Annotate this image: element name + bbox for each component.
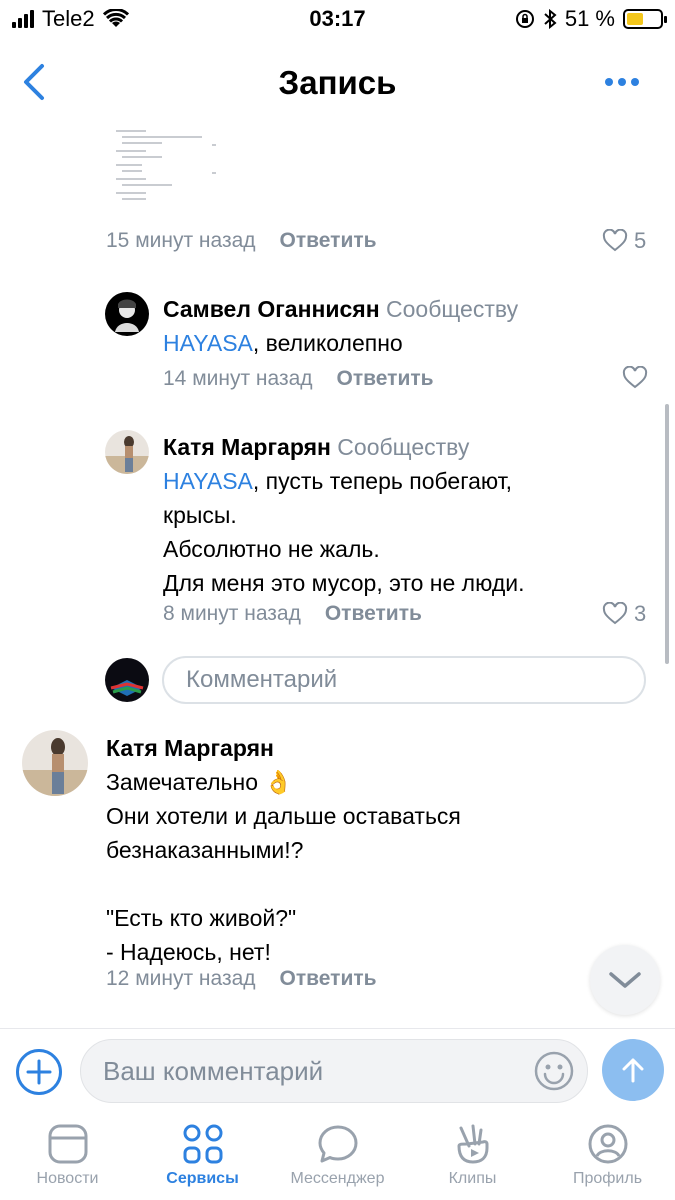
comment-text-line: Замечательно 👌 — [106, 769, 294, 795]
comment-author[interactable]: Самвел Оганнисян — [163, 296, 380, 322]
more-button[interactable] — [605, 78, 639, 86]
comment-text-line: HAYASA, великолепно — [163, 326, 643, 360]
tab-label: Клипы — [448, 1170, 497, 1187]
bluetooth-icon — [544, 9, 557, 29]
comment-meta: 8 минут назад Ответить — [163, 602, 422, 626]
battery-fill — [627, 13, 644, 25]
chevron-down-icon — [609, 972, 641, 988]
news-icon — [48, 1124, 87, 1164]
comment-text-line: Они хотели и дальше оставаться — [106, 803, 461, 829]
tab-label: Профиль — [572, 1170, 643, 1187]
like-button[interactable]: 5 — [602, 228, 646, 254]
page-title: Запись — [278, 64, 397, 101]
avatar[interactable] — [105, 430, 149, 474]
comment-time: 15 минут назад — [106, 229, 256, 252]
plus-icon — [26, 1059, 52, 1085]
comment-body: Катя Маргарян Сообществу HAYASA, пусть т… — [163, 430, 653, 600]
mention-link[interactable]: HAYASA — [163, 330, 253, 356]
comment-text-line: Катя Маргарян Сообществу — [163, 430, 653, 464]
heart-icon — [602, 602, 628, 625]
reply-button[interactable]: Ответить — [325, 602, 422, 626]
mention-link[interactable]: HAYASA — [163, 468, 253, 494]
services-icon — [183, 1124, 222, 1164]
scrollbar[interactable] — [665, 404, 669, 664]
arrow-up-icon — [622, 1058, 644, 1083]
tab-profile[interactable]: Профиль — [540, 1114, 675, 1200]
comment-addressee: Сообществу — [337, 434, 470, 460]
comment-text-line: Абсолютно не жаль. — [163, 536, 380, 562]
tab-label: Сервисы — [166, 1170, 239, 1187]
comment-author[interactable]: Катя Маргарян — [106, 731, 626, 765]
comment-meta: 15 минут назад Ответить — [106, 229, 377, 253]
tab-news[interactable]: Новости — [0, 1114, 135, 1200]
comment-text-line: Самвел Оганнисян Сообществу — [163, 292, 643, 326]
attached-image[interactable] — [108, 126, 224, 204]
tab-messenger[interactable]: Мессенджер — [270, 1114, 405, 1200]
more-dot — [618, 78, 626, 86]
comment-body: Катя Маргарян Замечательно 👌 Они хотели … — [106, 731, 626, 969]
comment-text-line: крысы. — [163, 502, 237, 528]
comment-addressee: Сообществу — [386, 296, 519, 322]
reply-comment-input[interactable]: Комментарий — [162, 656, 646, 704]
avatar[interactable] — [22, 730, 88, 796]
comment-text-line: Для меня это мусор, это не люди. — [163, 570, 525, 596]
clips-icon — [457, 1124, 488, 1164]
comment-time: 14 минут назад — [163, 367, 313, 390]
nav-bar: Запись — [0, 44, 675, 120]
comment-text: , пусть теперь побегают, — [252, 468, 513, 494]
comment-text: , великолепно — [252, 330, 403, 356]
heart-icon — [602, 229, 628, 252]
status-bar: Tele2 03:17 51 % — [0, 0, 675, 40]
tab-clips[interactable]: Клипы — [405, 1114, 540, 1200]
more-dot — [631, 78, 639, 86]
reply-button[interactable]: Ответить — [280, 967, 377, 991]
messenger-icon — [318, 1125, 357, 1163]
scroll-down-button[interactable] — [590, 945, 660, 1015]
profile-icon — [588, 1124, 627, 1164]
comment-composer: Ваш комментарий — [0, 1028, 675, 1114]
comment-text-line: "Есть кто живой?" — [106, 905, 297, 931]
comment-input[interactable]: Ваш комментарий — [80, 1039, 588, 1103]
avatar-image — [105, 436, 149, 474]
avatar-image — [22, 738, 88, 796]
more-dot — [605, 78, 613, 86]
reply-button[interactable]: Ответить — [280, 229, 377, 253]
like-button[interactable] — [622, 366, 648, 390]
comment-text-line: HAYASA, пусть теперь побегают, — [163, 464, 653, 498]
tab-label: Новости — [36, 1170, 99, 1187]
battery-percent: 51 % — [564, 6, 615, 31]
comment-time: 8 минут назад — [163, 602, 301, 625]
comment-text-line: - Надеюсь, нет! — [106, 939, 271, 965]
comment-text-line: безнаказанными!? — [106, 837, 304, 863]
tab-services[interactable]: Сервисы — [135, 1114, 270, 1200]
battery-icon — [623, 9, 667, 29]
avatar-image — [110, 680, 144, 696]
send-button[interactable] — [602, 1039, 664, 1101]
avatar[interactable] — [105, 292, 149, 336]
comment-time: 12 минут назад — [106, 967, 256, 990]
tab-bar: Новости Сервисы Мессенджер Клипы Профиль — [0, 1114, 675, 1200]
my-avatar — [105, 658, 149, 702]
tab-label: Мессенджер — [290, 1170, 385, 1187]
comment-body: Самвел Оганнисян Сообществу HAYASA, вели… — [163, 292, 643, 360]
comment-meta: 12 минут назад Ответить — [106, 967, 377, 991]
like-button[interactable]: 3 — [602, 601, 646, 627]
heart-icon — [622, 366, 648, 389]
comment-input-placeholder: Ваш комментарий — [103, 1056, 324, 1086]
comment-text-line — [106, 867, 626, 901]
emoji-icon[interactable] — [533, 1050, 575, 1092]
comment-author[interactable]: Катя Маргарян — [163, 434, 331, 460]
like-count: 5 — [634, 228, 647, 253]
avatar-image — [115, 299, 139, 332]
comment-meta: 14 минут назад Ответить — [163, 367, 434, 391]
like-count: 3 — [634, 601, 647, 626]
status-right: 51 % — [515, 6, 667, 32]
orientation-lock-icon — [515, 10, 534, 28]
reply-button[interactable]: Ответить — [337, 367, 434, 391]
attach-button[interactable] — [16, 1049, 62, 1095]
